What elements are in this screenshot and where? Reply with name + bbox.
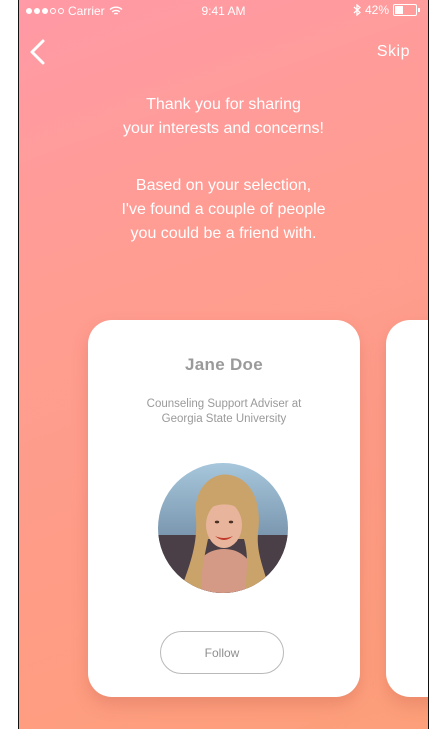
skip-button[interactable]: Skip (377, 43, 410, 61)
profile-title: Counseling Support Adviser at Georgia St… (88, 397, 360, 427)
status-bar: Carrier 9:41 AM 42% (19, 0, 428, 20)
profile-title-line: Georgia State University (161, 413, 287, 425)
bluetooth-icon (353, 4, 361, 16)
profile-name: Jane Doe (185, 355, 263, 374)
back-button[interactable] (27, 38, 51, 66)
avatar-photo (158, 463, 288, 593)
avatar (158, 463, 288, 593)
battery-icon (393, 4, 417, 16)
profile-title-line: Counseling Support Adviser at (146, 398, 302, 410)
intro-line: you could be a friend with. (130, 225, 317, 242)
battery-fill (395, 6, 403, 14)
intro-line: Thank you for sharing (146, 96, 301, 113)
profile-card[interactable]: Jane Doe Counseling Support Adviser at G… (88, 320, 360, 697)
intro-line: Based on your selection, (135, 177, 312, 194)
next-profile-card[interactable] (386, 320, 428, 697)
chevron-left-icon (30, 39, 45, 65)
battery-tip (418, 8, 420, 12)
intro-line: I've found a couple of people (121, 201, 326, 218)
intro-line: your interests and concerns! (123, 120, 324, 137)
phone-screen: Carrier 9:41 AM 42% Skip Thank you for s… (19, 0, 428, 729)
intro-paragraph-matches: Based on your selection, I've found a co… (19, 174, 428, 246)
intro-paragraph-thanks: Thank you for sharing your interests and… (19, 93, 428, 141)
status-right: 42% (353, 3, 420, 17)
frame-border-right (428, 0, 429, 729)
battery-percent: 42% (364, 3, 389, 17)
follow-button[interactable]: Follow (160, 631, 284, 674)
